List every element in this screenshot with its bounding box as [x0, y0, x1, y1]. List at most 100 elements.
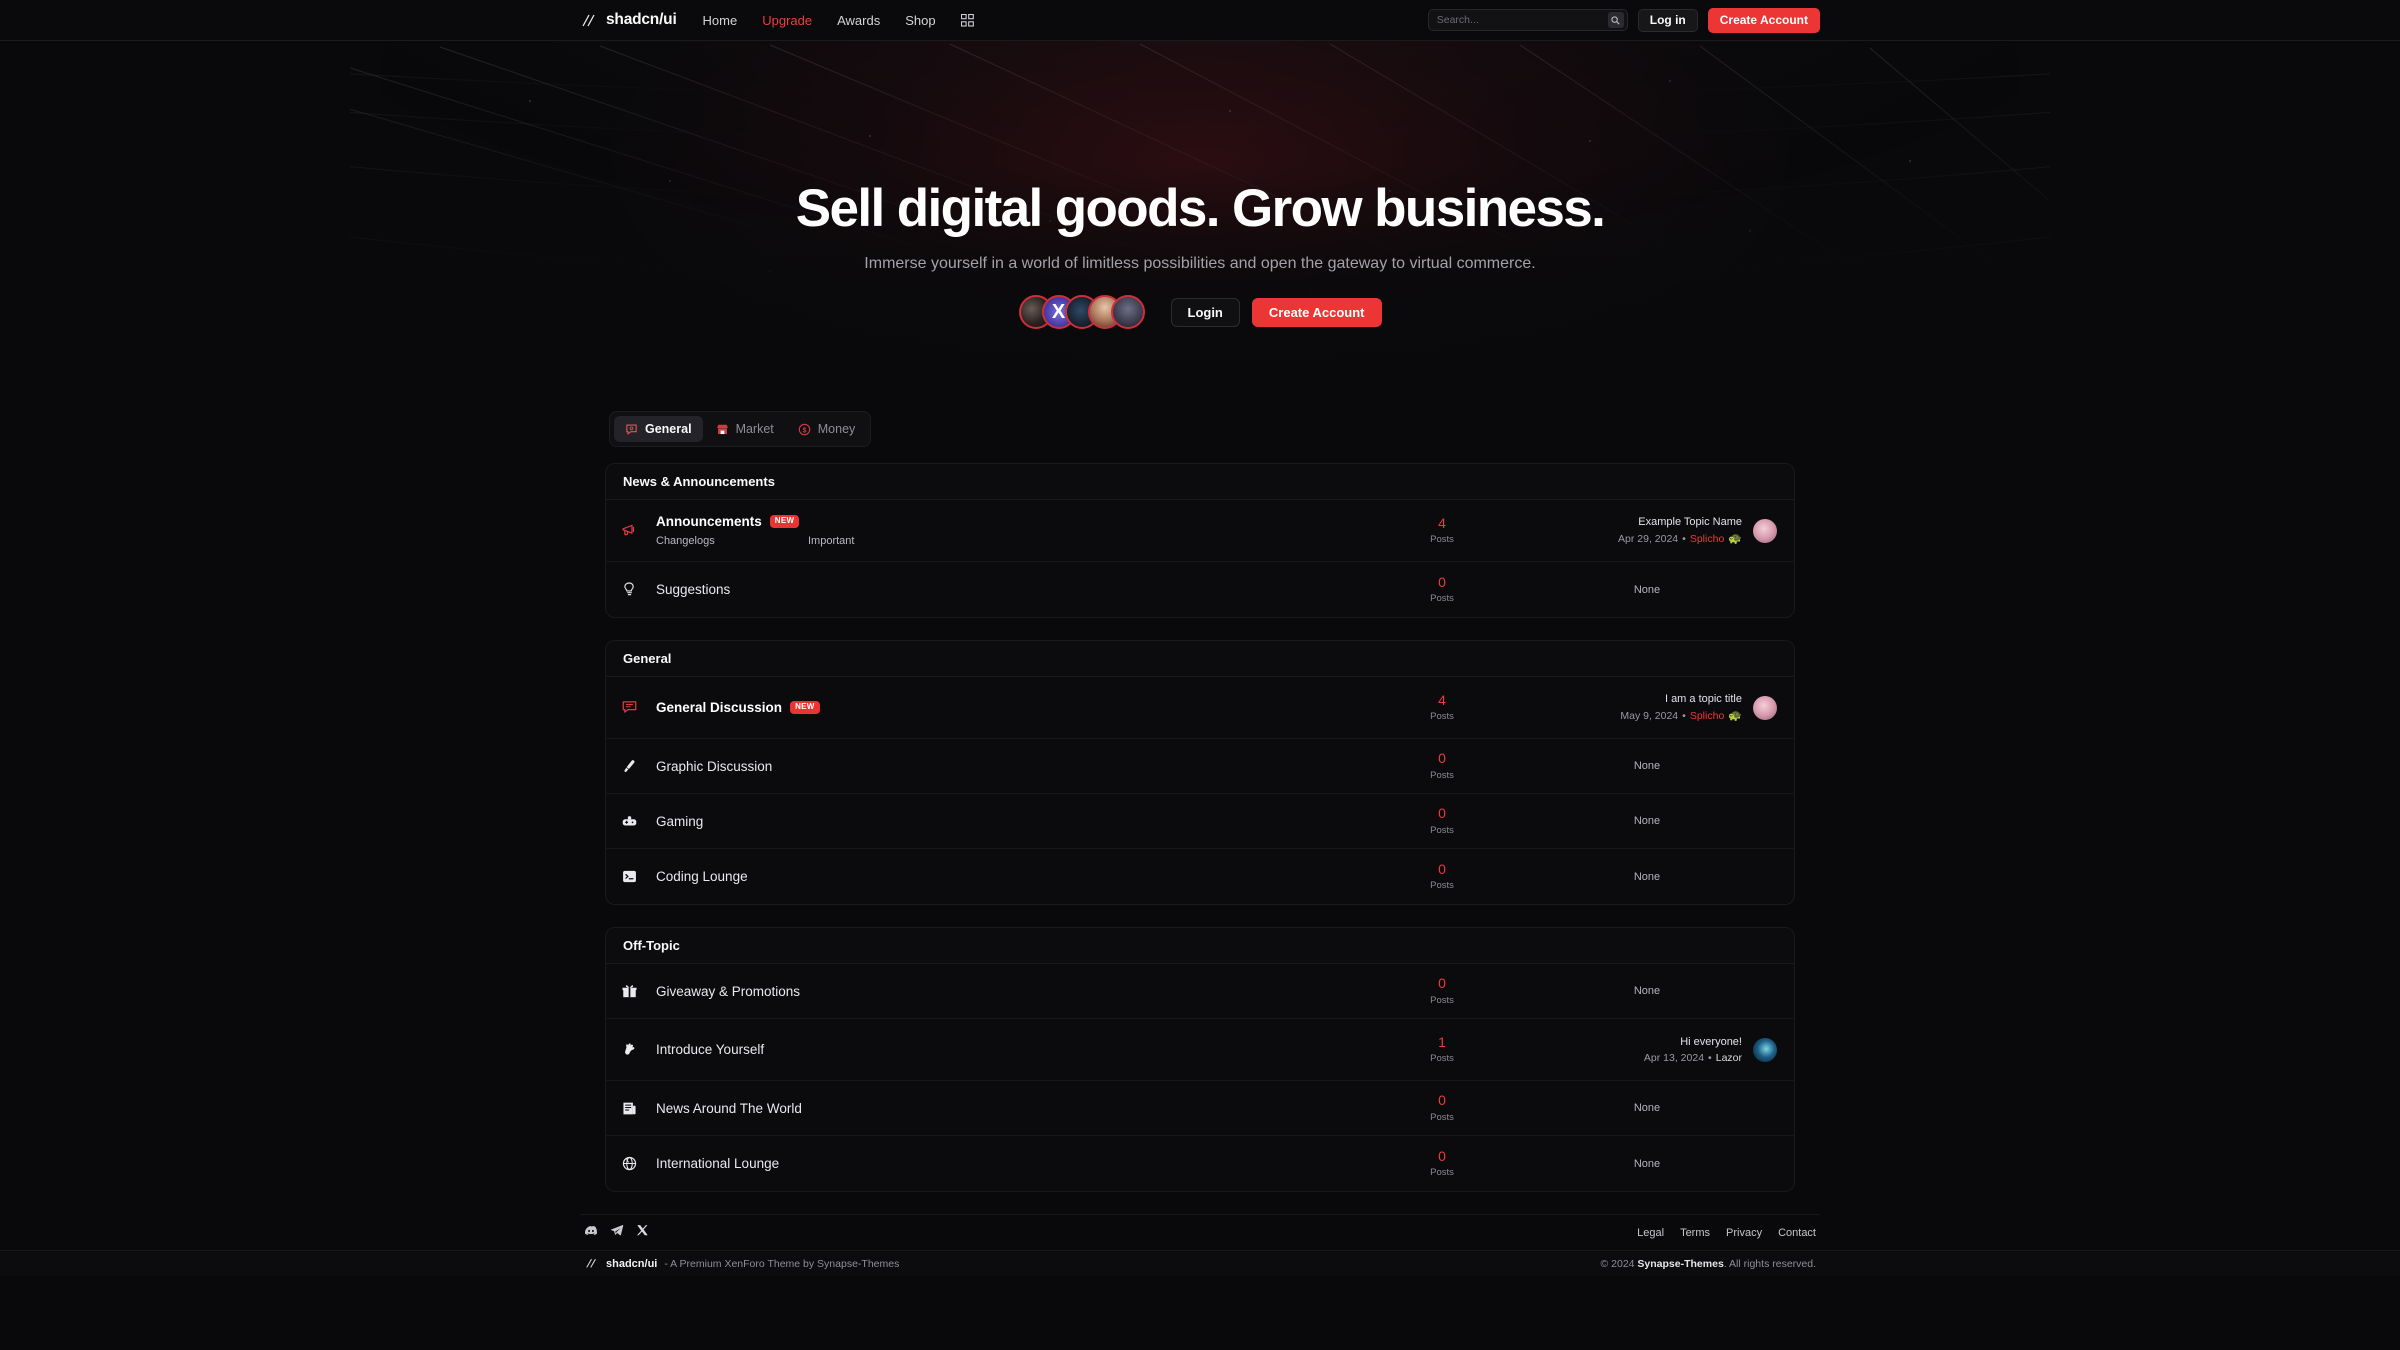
forum-node-giveaway-promotions[interactable]: Giveaway & Promotions 0 Posts None [606, 964, 1794, 1019]
member-avatar-5[interactable] [1110, 295, 1145, 330]
node-title[interactable]: Introduce Yourself [656, 1042, 764, 1057]
globe-icon [606, 1155, 652, 1172]
post-count-number: 0 [1438, 1147, 1446, 1164]
post-count-label: Posts [1430, 711, 1454, 723]
forum-node-coding-lounge[interactable]: Coding Lounge 0 Posts None [606, 849, 1794, 904]
discord-icon[interactable] [584, 1223, 598, 1242]
footer-brand-name[interactable]: shadcn/ui [606, 1258, 657, 1270]
telegram-icon[interactable] [610, 1223, 624, 1242]
node-post-count: 4 Posts [1367, 514, 1517, 545]
nav-item-shop[interactable]: Shop [905, 13, 935, 28]
last-post-avatar[interactable] [1753, 695, 1777, 720]
tab-general[interactable]: General [614, 416, 703, 442]
status-badge-new: NEW [790, 701, 820, 714]
last-post-none: None [1633, 1102, 1661, 1114]
node-title[interactable]: Coding Lounge [656, 869, 748, 884]
node-post-count: 1 Posts [1367, 1034, 1517, 1064]
hero-title: Sell digital goods. Grow business. [795, 179, 1606, 238]
node-sublinks: Changelogs Important [656, 535, 1367, 547]
nav-item-awards[interactable]: Awards [837, 13, 880, 28]
forum-node-news-around-the-world[interactable]: News Around The World 0 Posts None [606, 1081, 1794, 1136]
copyright-brand[interactable]: Synapse-Themes [1637, 1258, 1723, 1270]
member-avatar-group: X [1018, 295, 1145, 330]
node-post-count: 4 Posts [1367, 691, 1517, 723]
last-post-none: None [1633, 985, 1661, 997]
message-lines-icon [606, 699, 652, 716]
post-count-label: Posts [1430, 880, 1454, 892]
double-slash-logo-icon [582, 14, 595, 26]
forum-node-suggestions[interactable]: Suggestions 0 Posts None [606, 562, 1794, 617]
post-count-number: 0 [1438, 573, 1446, 590]
nav-item-upgrade[interactable]: Upgrade [762, 13, 812, 28]
tab-money[interactable]: $ Money [787, 416, 867, 442]
brand-name: shadcn/ui [606, 11, 677, 28]
post-count-number: 4 [1438, 514, 1446, 531]
search-icon[interactable] [1607, 12, 1624, 28]
footer-link-privacy[interactable]: Privacy [1726, 1227, 1762, 1239]
forum-node-general-discussion[interactable]: General Discussion NEW 4 Posts I am a to… [606, 677, 1794, 739]
last-post-none: None [1633, 870, 1661, 883]
footer-link-contact[interactable]: Contact [1778, 1227, 1816, 1239]
terminal-icon [606, 868, 652, 885]
header-login-button[interactable]: Log in [1637, 8, 1698, 32]
node-title[interactable]: Giveaway & Promotions [656, 984, 800, 999]
dollar-circle-icon: $ [798, 423, 811, 436]
section-header: General [606, 641, 1794, 677]
hero-subtitle: Immerse yourself in a world of limitless… [864, 255, 1536, 273]
sublink-important[interactable]: Important [808, 535, 854, 547]
node-title[interactable]: General Discussion [656, 700, 782, 715]
tab-market[interactable]: Market [705, 416, 785, 442]
post-count-label: Posts [1430, 824, 1454, 836]
footer-link-legal[interactable]: Legal [1637, 1227, 1664, 1239]
copyright-suffix: . All rights reserved. [1723, 1257, 1816, 1270]
copyright-prefix: © 2024 [1600, 1257, 1638, 1270]
brand-logo[interactable]: shadcn/ui [580, 11, 677, 29]
last-post-date: Apr 29, 2024 [1618, 532, 1679, 545]
search-box[interactable] [1427, 9, 1628, 31]
post-count-number: 0 [1438, 860, 1446, 877]
last-post-user[interactable]: Lazor [1716, 1052, 1742, 1064]
forum-node-gaming[interactable]: Gaming 0 Posts None [606, 794, 1794, 849]
last-post-user[interactable]: Splicho [1690, 533, 1724, 545]
node-title[interactable]: Gaming [656, 814, 703, 829]
gift-icon [606, 983, 652, 1000]
footer-link-terms[interactable]: Terms [1680, 1227, 1710, 1239]
last-post-avatar[interactable] [1753, 1037, 1777, 1062]
node-title[interactable]: Graphic Discussion [656, 759, 772, 774]
last-post-topic[interactable]: Hi everyone! [1644, 1036, 1742, 1048]
last-post-date: May 9, 2024 [1620, 709, 1679, 722]
last-post-avatar[interactable] [1753, 518, 1777, 543]
status-badge-new: NEW [769, 515, 800, 528]
node-title[interactable]: News Around The World [656, 1101, 802, 1116]
last-post-none: None [1633, 1157, 1661, 1170]
post-count-number: 4 [1438, 691, 1446, 708]
sublink-changelogs[interactable]: Changelogs [656, 535, 808, 547]
forum-section-general: General General Discussion NEW 4 Posts I… [605, 640, 1795, 905]
last-post-topic[interactable]: I am a topic title [1620, 693, 1742, 705]
store-icon [716, 423, 729, 436]
last-post-topic[interactable]: Example Topic Name [1618, 516, 1742, 528]
x-twitter-icon[interactable] [636, 1224, 649, 1242]
node-post-count: 0 Posts [1367, 1092, 1517, 1122]
forum-node-graphic-discussion[interactable]: Graphic Discussion 0 Posts None [606, 739, 1794, 794]
hero-login-button[interactable]: Login [1170, 297, 1240, 327]
forum-node-international-lounge[interactable]: International Lounge 0 Posts None [606, 1136, 1794, 1191]
node-title[interactable]: Announcements [656, 514, 762, 529]
forum-node-announcements[interactable]: Announcements NEW Changelogs Important 4… [606, 500, 1794, 562]
last-post-user[interactable]: Splicho [1690, 710, 1724, 722]
lightbulb-icon [606, 581, 652, 598]
chat-bubble-icon [625, 423, 638, 436]
forum-node-introduce-yourself[interactable]: Introduce Yourself 1 Posts Hi everyone! … [606, 1019, 1794, 1081]
grid-apps-icon[interactable] [960, 13, 974, 27]
search-input[interactable] [1436, 14, 1608, 26]
section-header: Off-Topic [606, 928, 1794, 964]
node-post-count: 0 Posts [1367, 573, 1517, 604]
node-title[interactable]: Suggestions [656, 582, 730, 597]
hero-create-account-button[interactable]: Create Account [1251, 297, 1382, 327]
header-create-account-button[interactable]: Create Account [1707, 7, 1820, 33]
node-last-post: Example Topic Name Apr 29, 2024 • Splich… [1517, 516, 1777, 545]
node-title[interactable]: International Lounge [656, 1156, 779, 1171]
nav-item-home[interactable]: Home [703, 13, 738, 28]
footer-double-slash-logo-icon [586, 1258, 596, 1268]
tab-market-label: Market [735, 422, 774, 436]
